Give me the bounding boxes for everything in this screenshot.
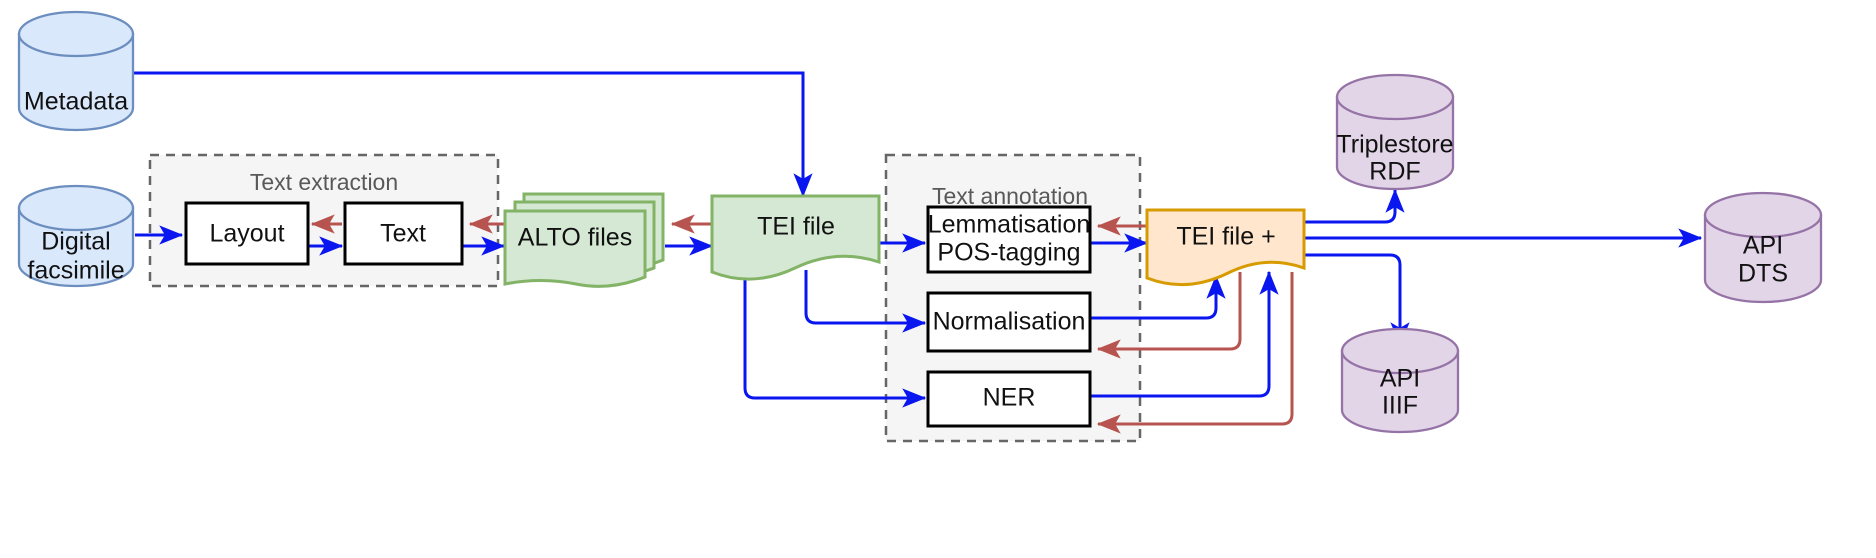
facsimile-label-line2: facsimile bbox=[27, 257, 124, 285]
api-iiif-label-line1: API bbox=[1380, 365, 1420, 393]
node-alto-files[interactable]: ALTO files bbox=[503, 192, 665, 288]
ner-label: NER bbox=[983, 384, 1036, 412]
api-dts-label-line2: DTS bbox=[1738, 260, 1788, 288]
text-extraction-label: Text extraction bbox=[250, 169, 398, 195]
node-metadata[interactable]: Metadata bbox=[17, 10, 135, 132]
node-tei-file-plus[interactable]: TEI file + bbox=[1145, 208, 1306, 287]
api-dts-cylinder-top bbox=[1703, 191, 1823, 239]
text-annotation-label: Text annotation bbox=[932, 183, 1088, 209]
triplestore-cylinder-top bbox=[1335, 73, 1455, 121]
alto-files-label: ALTO files bbox=[518, 224, 632, 252]
node-lemmatisation[interactable]: Lemmatisation POS-tagging bbox=[926, 205, 1092, 274]
tei-file-plus-label: TEI file + bbox=[1176, 223, 1275, 251]
node-ner[interactable]: NER bbox=[926, 370, 1092, 428]
node-digital-facsimile[interactable]: Digital facsimile bbox=[17, 184, 135, 288]
diagram-svg: Text extraction Text annotation Metadata… bbox=[17, 10, 1823, 443]
metadata-label: Metadata bbox=[24, 88, 128, 116]
facsimile-label-line1: Digital bbox=[41, 228, 110, 256]
triplestore-label-line1: Triplestore bbox=[1336, 131, 1453, 159]
api-dts-label-line1: API bbox=[1743, 232, 1783, 260]
triplestore-label-line2: RDF bbox=[1369, 158, 1420, 186]
node-triplestore[interactable]: Triplestore RDF bbox=[1335, 73, 1455, 191]
facsimile-cylinder-top bbox=[17, 184, 135, 232]
normalisation-label: Normalisation bbox=[933, 308, 1086, 336]
node-api-iiif[interactable]: API IIIF bbox=[1340, 327, 1460, 434]
node-normalisation[interactable]: Normalisation bbox=[926, 291, 1092, 353]
edge-teiplus-to-triplestore bbox=[1303, 188, 1405, 224]
diagram-canvas: Text extraction Text annotation Metadata… bbox=[0, 0, 1876, 558]
node-tei-file[interactable]: TEI file bbox=[710, 194, 881, 281]
node-text[interactable]: Text bbox=[343, 201, 464, 266]
lemmatisation-label-line2: POS-tagging bbox=[937, 239, 1080, 267]
node-layout[interactable]: Layout bbox=[184, 201, 310, 266]
layout-label: Layout bbox=[209, 220, 284, 248]
tei-file-label: TEI file bbox=[757, 213, 835, 241]
text-label: Text bbox=[380, 220, 426, 248]
metadata-cylinder-top bbox=[17, 10, 135, 58]
api-iiif-label-line2: IIIF bbox=[1382, 392, 1418, 420]
lemmatisation-label-line1: Lemmatisation bbox=[928, 211, 1091, 239]
node-api-dts[interactable]: API DTS bbox=[1703, 191, 1823, 304]
